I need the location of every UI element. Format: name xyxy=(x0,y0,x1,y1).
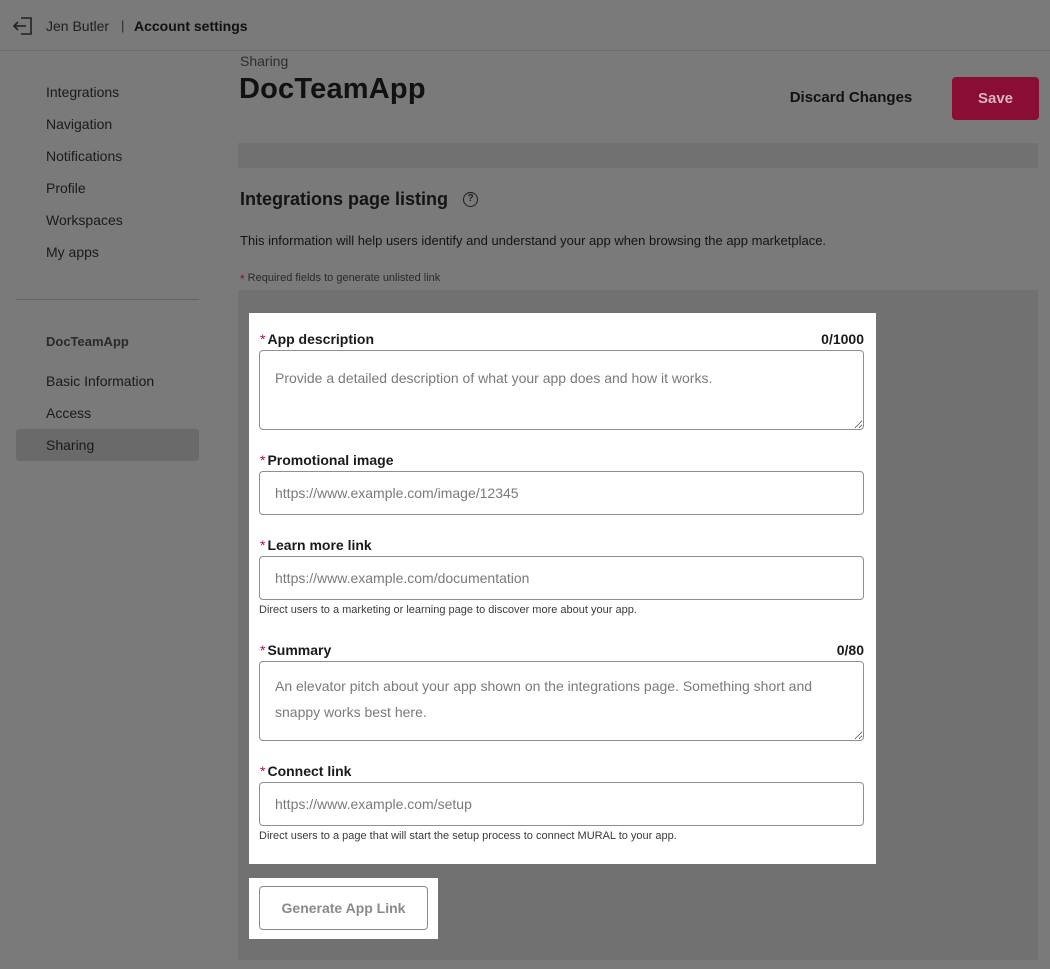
listing-heading: Integrations page listing xyxy=(240,189,449,209)
sidebar-item-basic-information[interactable]: Basic Information xyxy=(16,365,199,397)
sidebar-app-heading: DocTeamApp xyxy=(46,334,129,349)
promotional-image-label-text: Promotional image xyxy=(267,452,394,468)
required-star: * xyxy=(260,537,266,553)
app-description-field[interactable] xyxy=(259,350,864,430)
app-description-label-text: App description xyxy=(267,331,375,347)
sidebar-item-my-apps[interactable]: My apps xyxy=(16,236,199,268)
connect-link-hint: Direct users to a page that will start t… xyxy=(259,830,677,842)
sidebar-item-access[interactable]: Access xyxy=(16,397,199,429)
sidebar-item-notifications[interactable]: Notifications xyxy=(16,140,199,172)
required-star: * xyxy=(260,763,266,779)
learn-more-link-hint: Direct users to a marketing or learning … xyxy=(259,604,637,616)
summary-field[interactable] xyxy=(259,661,864,741)
required-note-text: Required fields to generate unlisted lin… xyxy=(247,272,441,284)
save-button[interactable]: Save xyxy=(952,77,1039,120)
sidebar-item-profile[interactable]: Profile xyxy=(16,172,199,204)
sidebar-item-workspaces[interactable]: Workspaces xyxy=(16,204,199,236)
connect-link-label: * Connect link xyxy=(260,763,351,779)
promotional-image-label: * Promotional image xyxy=(260,452,393,468)
required-note: * Required fields to generate unlisted li… xyxy=(240,272,440,286)
required-star: * xyxy=(260,642,266,658)
promotional-image-field[interactable] xyxy=(259,471,864,515)
exit-door-icon[interactable] xyxy=(12,16,34,36)
summary-label: * Summary xyxy=(260,642,331,658)
breadcrumb-current: Account settings xyxy=(134,18,248,34)
required-star: * xyxy=(260,452,266,468)
learn-more-link-label-text: Learn more link xyxy=(267,537,372,553)
sidebar-item-navigation[interactable]: Navigation xyxy=(16,108,199,140)
summary-label-text: Summary xyxy=(267,642,332,658)
generate-app-link-button[interactable]: Generate App Link xyxy=(259,886,428,930)
help-icon[interactable]: ? xyxy=(463,192,478,207)
connect-link-label-text: Connect link xyxy=(267,763,352,779)
sidebar-item-integrations[interactable]: Integrations xyxy=(16,76,199,108)
notice-band xyxy=(238,143,1038,168)
connect-link-field[interactable] xyxy=(259,782,864,826)
summary-counter: 0/80 xyxy=(836,642,864,658)
required-star: * xyxy=(240,272,245,286)
discard-changes-button[interactable]: Discard Changes xyxy=(780,84,922,112)
learn-more-link-label: * Learn more link xyxy=(260,537,372,553)
breadcrumb-user[interactable]: Jen Butler xyxy=(46,18,109,34)
sidebar-divider xyxy=(16,299,199,300)
section-breadcrumb: Sharing xyxy=(240,53,289,69)
top-bar: Jen Butler | Account settings xyxy=(0,0,1050,51)
learn-more-link-field[interactable] xyxy=(259,556,864,600)
sidebar-item-sharing[interactable]: Sharing xyxy=(16,429,199,461)
page-title: DocTeamApp xyxy=(239,73,426,105)
breadcrumb-separator: | xyxy=(121,18,125,33)
app-description-label: * App description xyxy=(260,331,374,347)
app-description-counter: 0/1000 xyxy=(821,331,864,347)
listing-intro: This information will help users identif… xyxy=(240,233,827,248)
required-star: * xyxy=(260,331,266,347)
